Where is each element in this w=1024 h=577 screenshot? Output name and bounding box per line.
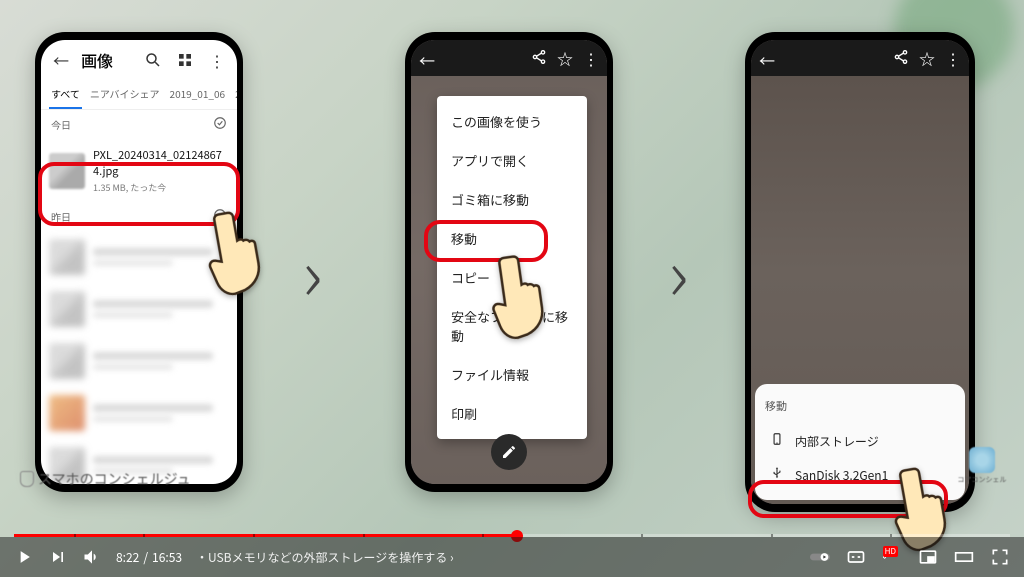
duration: 16:53 (152, 549, 182, 566)
select-icon[interactable] (213, 116, 227, 133)
corner-logo: コアコンシェル (962, 447, 1002, 485)
file-item-blurred (41, 387, 237, 439)
storage-usb[interactable]: SanDisk 3.2Gen1 (765, 458, 955, 492)
corner-text: コアコンシェル (958, 475, 1007, 485)
more-icon[interactable]: ⋮ (583, 46, 599, 70)
menu-use-image[interactable]: この画像を使う (437, 102, 587, 141)
tab-year[interactable]: 2019 (233, 80, 237, 109)
storage-label: SanDisk 3.2Gen1 (795, 467, 888, 484)
search-icon[interactable] (141, 48, 165, 72)
section-yesterday: 昨日 (41, 202, 237, 231)
edit-button[interactable] (491, 434, 527, 470)
captions-button[interactable] (846, 547, 866, 567)
phone-mockup-3: ← ☆ ⋮ 移動 内部ストレージ (745, 32, 975, 512)
section-label: 今日 (51, 117, 71, 132)
share-icon[interactable] (531, 46, 547, 70)
hd-badge: HD (883, 546, 898, 557)
more-icon[interactable]: ⋮ (945, 46, 961, 70)
section-today: 今日 (41, 110, 237, 139)
menu-copy[interactable]: コピー (437, 258, 587, 297)
file-thumbnail (49, 153, 85, 189)
menu-safe-folder[interactable]: 安全なフォルダに移動 (437, 297, 587, 355)
menu-move[interactable]: 移動 (437, 219, 587, 258)
chapter-text: ・USBメモリなどの外部ストレージを操作する (196, 549, 447, 566)
more-icon[interactable]: ⋮ (205, 48, 229, 72)
channel-name: スマホのコンシェルジュ (38, 469, 191, 489)
files-topbar: ← 画像 ⋮ (41, 40, 237, 80)
grid-view-icon[interactable] (173, 48, 197, 72)
tab-nearby[interactable]: ニアバイシェア (88, 80, 162, 109)
fullscreen-button[interactable] (990, 547, 1010, 567)
menu-print[interactable]: 印刷 (437, 394, 587, 433)
storage-internal[interactable]: 内部ストレージ (765, 424, 955, 458)
phone-storage-icon (769, 432, 785, 450)
tab-date[interactable]: 2019_01_06 (168, 80, 228, 109)
play-button[interactable] (14, 547, 34, 567)
section-label: 昨日 (51, 209, 71, 224)
file-item[interactable]: PXL_20240314_021248674.jpg 1.35 MB, たった今 (41, 139, 237, 202)
filter-tabs: すべて ニアバイシェア 2019_01_06 2019 (41, 80, 237, 110)
time-separator: / (143, 549, 148, 566)
next-button[interactable] (48, 547, 68, 567)
channel-watermark: スマホのコンシェルジュ (20, 469, 191, 489)
viewer-topbar: ← ☆ ⋮ (751, 40, 969, 76)
phone-mockup-1: ← 画像 ⋮ すべて ニアバイシェア 2019_01_06 2019 (35, 32, 243, 492)
current-time: 8:22 (116, 549, 139, 566)
back-icon[interactable]: ← (49, 48, 73, 72)
share-icon[interactable] (893, 46, 909, 70)
tab-all[interactable]: すべて (49, 80, 82, 109)
file-meta: 1.35 MB, たった今 (93, 181, 229, 194)
miniplayer-button[interactable] (918, 547, 938, 567)
star-icon[interactable]: ☆ (919, 46, 935, 70)
phone-mockup-2: ← ☆ ⋮ この画像を使う アプリで開く ゴミ箱に移動 移動 コピー 安全なフォ… (405, 32, 613, 492)
usb-icon (769, 466, 785, 484)
video-controls: 8:22 / 16:53 ・USBメモリなどの外部ストレージを操作する › HD (0, 537, 1024, 577)
select-icon[interactable] (213, 208, 227, 225)
chevron-right-icon: › (450, 549, 454, 566)
star-icon[interactable]: ☆ (557, 46, 573, 70)
move-sheet: 移動 内部ストレージ SanDisk 3.2Gen1 (755, 384, 965, 500)
menu-file-info[interactable]: ファイル情報 (437, 355, 587, 394)
storage-label: 内部ストレージ (795, 433, 879, 450)
file-item-blurred (41, 231, 237, 283)
context-menu: この画像を使う アプリで開く ゴミ箱に移動 移動 コピー 安全なフォルダに移動 … (437, 96, 587, 439)
menu-trash[interactable]: ゴミ箱に移動 (437, 180, 587, 219)
time-display: 8:22 / 16:53 (116, 549, 182, 566)
theater-button[interactable] (954, 547, 974, 567)
chapter-title[interactable]: ・USBメモリなどの外部ストレージを操作する › (196, 549, 454, 566)
arrow-icon: › (668, 216, 689, 321)
volume-button[interactable] (82, 547, 102, 567)
file-item-blurred (41, 335, 237, 387)
autoplay-toggle[interactable] (810, 547, 830, 567)
settings-button[interactable]: HD (882, 547, 902, 567)
file-name: PXL_20240314_021248674.jpg (93, 147, 229, 179)
file-item-blurred (41, 283, 237, 335)
sheet-title: 移動 (765, 398, 955, 414)
menu-open-with[interactable]: アプリで開く (437, 141, 587, 180)
back-icon[interactable]: ← (419, 48, 435, 72)
arrow-icon: › (302, 216, 323, 321)
back-icon[interactable]: ← (759, 48, 775, 72)
viewer-topbar: ← ☆ ⋮ (411, 40, 607, 76)
screen-title: 画像 (81, 48, 133, 72)
